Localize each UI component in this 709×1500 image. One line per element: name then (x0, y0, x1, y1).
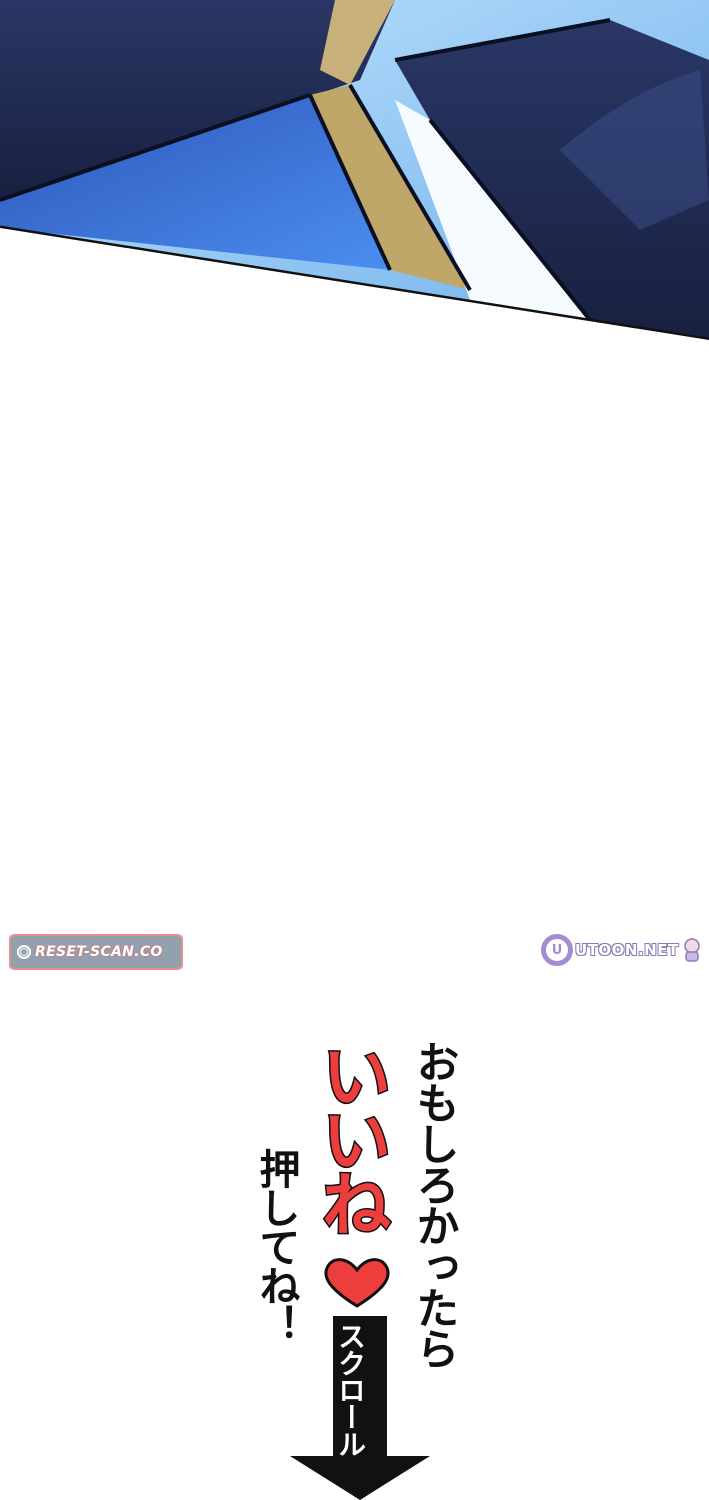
mascot-icon (683, 938, 700, 962)
reset-scan-logo (17, 945, 31, 959)
message-line-1: おもしろかったら (409, 1040, 459, 1368)
heart-icon (324, 1258, 390, 1308)
message-line-3: 押してね！ (252, 1148, 300, 1343)
down-arrow-icon (290, 1456, 430, 1500)
comic-art-panel (0, 0, 709, 345)
utoon-text: UTOON.NET (575, 941, 679, 959)
like-highlight-text: いいね (309, 1039, 394, 1234)
utoon-logo: U (541, 934, 573, 966)
utoon-watermark: U UTOON.NET (541, 930, 706, 970)
comic-art-illustration (0, 0, 709, 345)
reset-scan-watermark: RESET-SCAN.CO (9, 934, 183, 970)
reset-scan-text: RESET-SCAN.CO (35, 944, 163, 960)
